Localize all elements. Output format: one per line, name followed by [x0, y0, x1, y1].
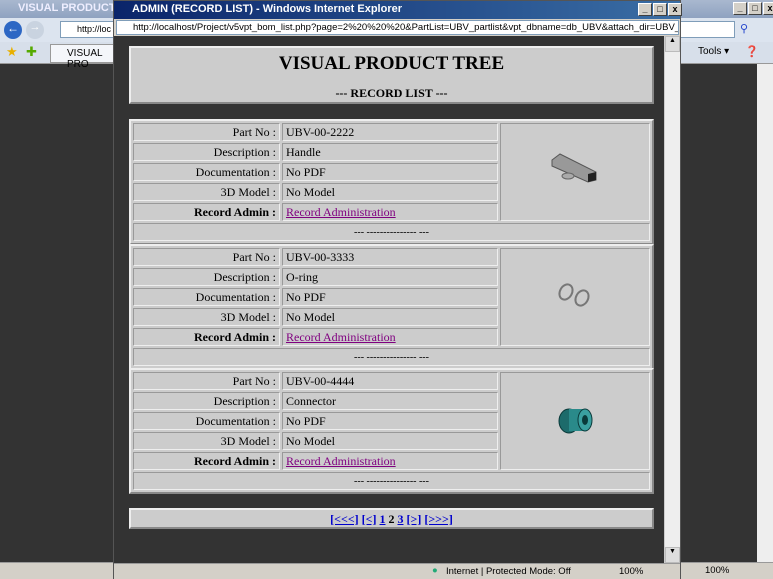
globe-icon: ●	[432, 565, 438, 576]
documentation-value: No PDF	[282, 163, 498, 181]
documentation-label: Documentation :	[133, 163, 280, 181]
address-bar[interactable]: http://loc	[60, 21, 120, 38]
part-thumbnail-connector[interactable]	[500, 372, 650, 470]
description-value: O-ring	[282, 268, 498, 286]
description-value: Connector	[282, 392, 498, 410]
popup-scrollbar[interactable]: ▲ ▼	[664, 36, 680, 563]
admin-label: Record Admin :	[133, 452, 280, 470]
part-no-value: UBV-00-4444	[282, 372, 498, 390]
description-label: Description :	[133, 143, 280, 161]
popup-address-bar[interactable]: http://localhost/Project/v5vpt_bom_list.…	[116, 20, 679, 35]
record-separator: --- --------------- ---	[133, 472, 650, 490]
record-administration-link[interactable]: Record Administration	[286, 205, 396, 219]
pager-first[interactable]: [<<<]	[330, 512, 359, 526]
popup-zoom-level[interactable]: 100%	[619, 566, 643, 577]
part-no-label: Part No :	[133, 123, 280, 141]
popup-close-button[interactable]: x	[668, 3, 682, 16]
part-no-value: UBV-00-2222	[282, 123, 498, 141]
pager-last[interactable]: [>>>]	[424, 512, 453, 526]
pager-page-1[interactable]: 1	[380, 512, 386, 526]
help-icon[interactable]: ❓	[745, 45, 759, 58]
admin-label: Record Admin :	[133, 328, 280, 346]
record-table: Part No : UBV-00-3333 Description : O-ring…	[129, 244, 654, 370]
security-zone: Internet | Protected Mode: Off	[446, 566, 571, 577]
documentation-label: Documentation :	[133, 288, 280, 306]
zoom-level[interactable]: 100%	[705, 565, 729, 576]
search-icon[interactable]: ⚲	[740, 22, 748, 35]
record-table: Part No : UBV-00-2222 Description : Handle…	[129, 119, 654, 245]
part-no-label: Part No :	[133, 248, 280, 266]
model-label: 3D Model :	[133, 432, 280, 450]
search-input[interactable]	[680, 21, 735, 38]
record-separator: --- --------------- ---	[133, 223, 650, 241]
model-value: No Model	[282, 183, 498, 201]
page-content: VISUAL PRODUCT TREE --- RECORD LIST --- …	[114, 36, 664, 563]
model-value: No Model	[282, 308, 498, 326]
pager-next[interactable]: [>]	[407, 512, 422, 526]
pager: [<<<] [<] 1 2 3 [>] [>>>]	[129, 508, 654, 529]
part-no-value: UBV-00-3333	[282, 248, 498, 266]
back-icon[interactable]: ←	[4, 21, 22, 39]
description-label: Description :	[133, 268, 280, 286]
popup-maximize-button[interactable]: □	[653, 3, 667, 16]
pager-page-3[interactable]: 3	[398, 512, 404, 526]
popup-status-bar: ● Internet | Protected Mode: Off 100%	[114, 563, 680, 579]
pager-current-page: 2	[388, 512, 395, 526]
part-thumbnail-o-ring[interactable]	[500, 248, 650, 346]
minimize-button[interactable]: _	[733, 2, 747, 15]
documentation-value: No PDF	[282, 288, 498, 306]
description-value: Handle	[282, 143, 498, 161]
tab-visual-product-tree[interactable]: VISUAL PRO	[50, 44, 115, 70]
forward-icon[interactable]: →	[26, 21, 44, 39]
description-label: Description :	[133, 392, 280, 410]
record-administration-link[interactable]: Record Administration	[286, 454, 396, 468]
maximize-button[interactable]: □	[748, 2, 762, 15]
close-button[interactable]: x	[763, 2, 773, 15]
part-no-label: Part No :	[133, 372, 280, 390]
page-title: VISUAL PRODUCT TREE	[278, 53, 505, 74]
popup-window: ADMIN (RECORD LIST) - Windows Internet E…	[113, 0, 682, 579]
record-separator: --- --------------- ---	[133, 348, 650, 366]
model-value: No Model	[282, 432, 498, 450]
background-scrollbar[interactable]	[757, 64, 773, 562]
documentation-value: No PDF	[282, 412, 498, 430]
popup-minimize-button[interactable]: _	[638, 3, 652, 16]
add-favorite-icon[interactable]: ✚	[26, 44, 37, 60]
record-administration-link[interactable]: Record Administration	[286, 330, 396, 344]
model-label: 3D Model :	[133, 183, 280, 201]
part-thumbnail-handle[interactable]	[500, 123, 650, 221]
favorites-star-icon[interactable]: ★	[6, 44, 18, 60]
pager-prev[interactable]: [<]	[362, 512, 377, 526]
record-table: Part No : UBV-00-4444 Description : Connec…	[129, 368, 654, 494]
page-subtitle: --- RECORD LIST ---	[335, 86, 448, 100]
tools-menu[interactable]: Tools ▾	[698, 46, 729, 57]
popup-title-bar: ADMIN (RECORD LIST) - Windows Internet E…	[114, 1, 682, 19]
admin-label: Record Admin :	[133, 203, 280, 221]
model-label: 3D Model :	[133, 308, 280, 326]
page-header: VISUAL PRODUCT TREE --- RECORD LIST ---	[129, 46, 654, 104]
documentation-label: Documentation :	[133, 412, 280, 430]
